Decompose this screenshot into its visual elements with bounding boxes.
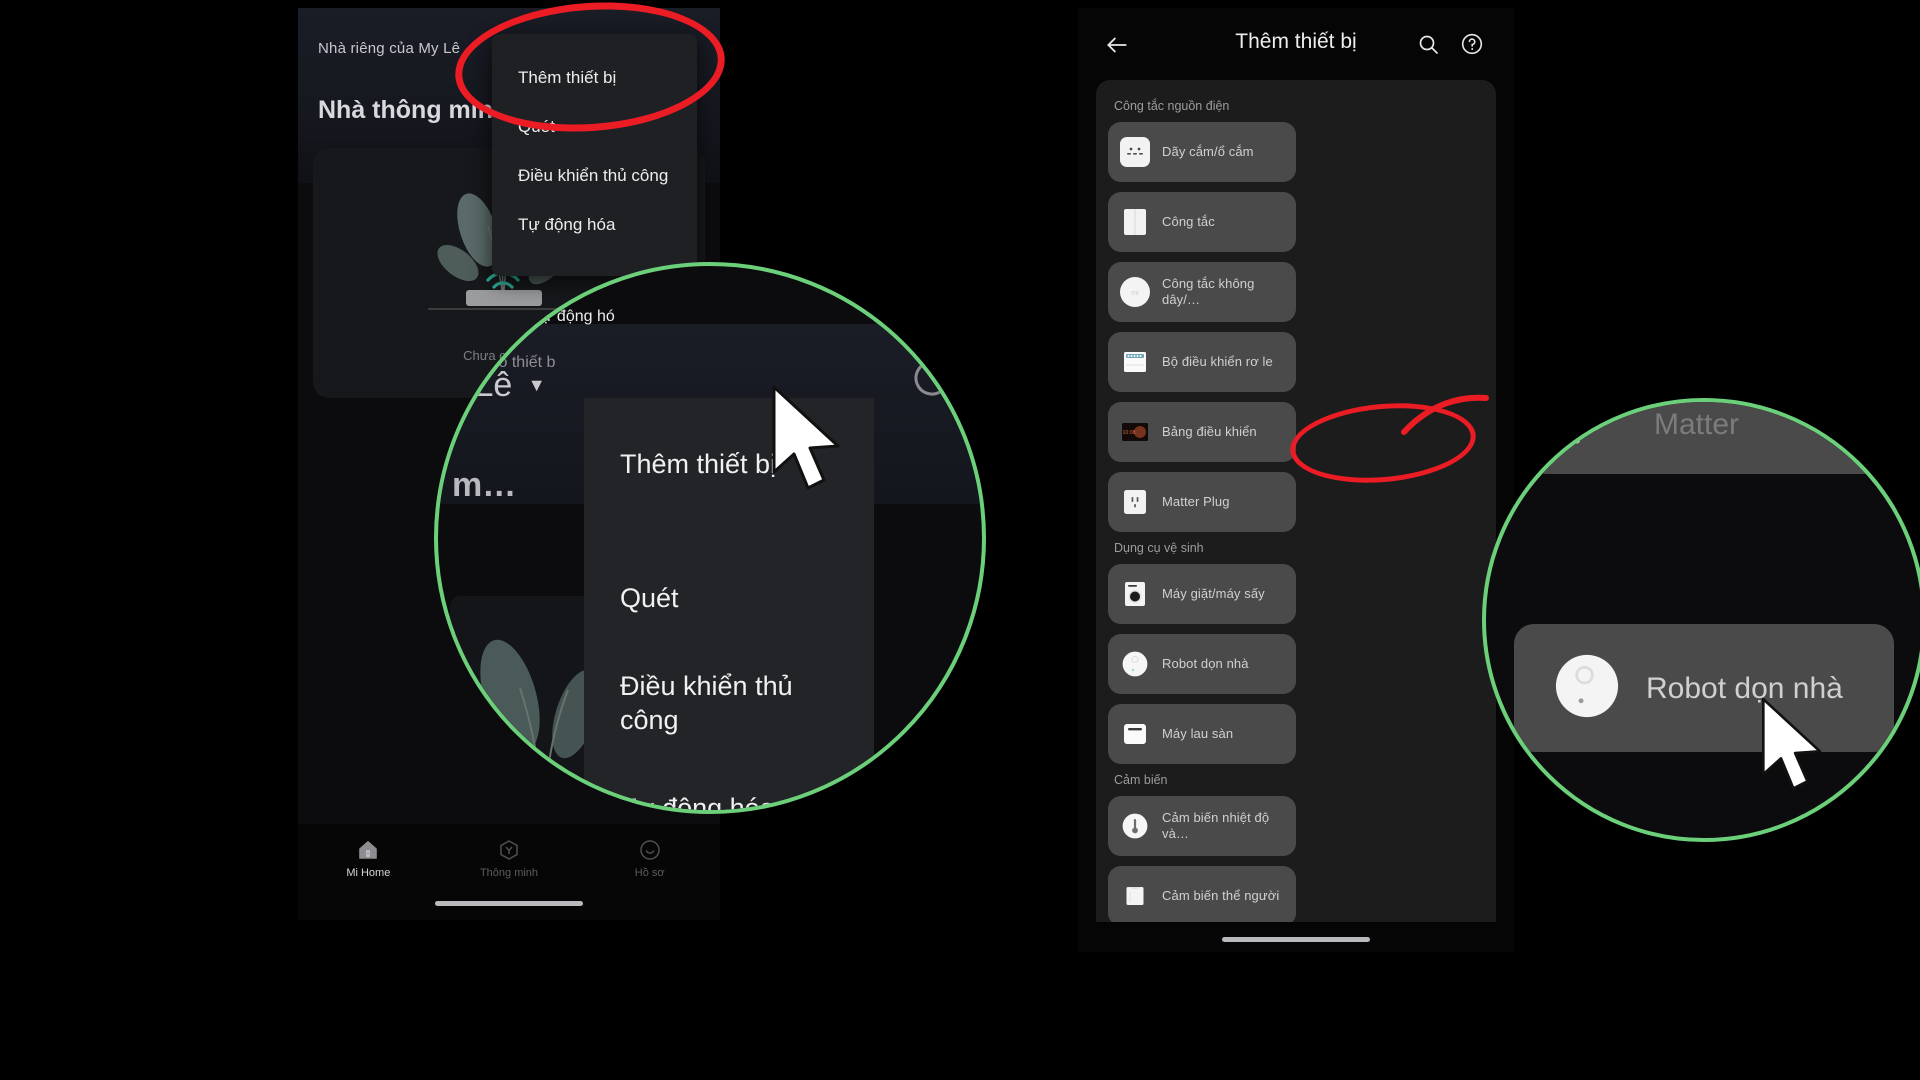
help-circle-icon[interactable] <box>1460 32 1484 56</box>
overflow-menu: Thêm thiết bị Quét Điều khiển thủ công T… <box>492 34 697 276</box>
home-indicator-bar <box>435 901 583 906</box>
tile-label-relay-controller: Bộ điều khiển rơ le <box>1162 353 1273 369</box>
nav-item-mi-home[interactable]: Mi Home <box>298 838 439 879</box>
right-phone-screen: Thêm thiết bị Công tắc nguồn điện Dãy cắ… <box>1078 8 1514 952</box>
home-icon <box>359 840 378 859</box>
tile-robot-vacuum[interactable]: Robot dọn nhà <box>1108 634 1296 694</box>
tile-temperature-sensor[interactable]: Cảm biến nhiệt độ và… <box>1108 796 1296 856</box>
mag1-overflow-menu: Thêm thiết bị Quét Điều khiển thủ công T… <box>584 398 874 810</box>
tile-wireless-switch[interactable]: mi Công tắc không dây/… <box>1108 262 1296 322</box>
control-panel-icon: 10:08 <box>1118 415 1152 449</box>
floor-mop-icon <box>1118 717 1152 751</box>
wireless-switch-icon: mi <box>1118 275 1152 309</box>
mag1-empty-partial: Chưa có thiết b <box>446 354 556 371</box>
mag1-menu-item-scan[interactable]: Quét <box>620 582 679 616</box>
tile-floor-mop[interactable]: Máy lau sàn <box>1108 704 1296 764</box>
mag1-refresh-icon <box>914 360 950 396</box>
tile-label-robot-vacuum: Robot dọn nhà <box>1162 655 1249 671</box>
nav-label-mi-home: Mi Home <box>346 867 391 879</box>
temperature-sensor-icon <box>1118 809 1152 843</box>
chevron-down-icon: ▼ <box>467 42 477 52</box>
relay-controller-icon <box>1118 345 1152 379</box>
page-title: Nhà thông minh <box>318 96 509 124</box>
matter-plug-icon <box>1118 485 1152 519</box>
svg-text:mi: mi <box>1131 290 1139 297</box>
mag2-tile-robot-vacuum[interactable]: Robot dọn nhà <box>1514 624 1894 752</box>
smiley-profile-icon <box>639 840 660 860</box>
tile-label-temperature-sensor: Cảm biến nhiệt độ và… <box>1162 809 1270 841</box>
screenshot-root: Nhà riêng của My Lê ▼ Nhà thông minh Thê… <box>0 0 1920 1080</box>
tile-label-control-panel: Bảng điều khiển <box>1162 423 1257 439</box>
tile-label-motion-sensor: Cảm biến thể người <box>1162 887 1280 903</box>
tile-relay-controller[interactable]: Bộ điều khiển rơ le <box>1108 332 1296 392</box>
bottom-navigation-bar: Mi Home Thông minh Hồ sơ <box>298 824 720 920</box>
robot-vacuum-icon <box>1118 647 1152 681</box>
home-selector-label: Nhà riêng của My Lê <box>318 40 461 57</box>
nav-item-profile[interactable]: Hồ sơ <box>579 838 720 879</box>
washing-machine-icon <box>1118 577 1152 611</box>
mag2-tile-label: Robot dọn nhà <box>1646 671 1843 705</box>
power-strip-icon <box>1118 135 1152 169</box>
app-bar: Thêm thiết bị <box>1078 8 1514 80</box>
bluetooth-icon <box>884 293 894 309</box>
menu-item-add-device[interactable]: Thêm thiết bị <box>492 54 697 103</box>
motion-sensor-icon <box>1118 879 1152 913</box>
home-indicator-bar-right <box>1222 937 1370 942</box>
tile-label-matter-plug: Matter Plug <box>1162 493 1230 509</box>
app-bar-title: Thêm thiết bị <box>1235 30 1357 53</box>
tile-label-wall-switch: Công tắc <box>1162 213 1215 229</box>
tile-matter-plug[interactable]: Matter Plug <box>1108 472 1296 532</box>
mag1-menu-item-add-device[interactable]: Thêm thiết bị <box>620 448 776 482</box>
section-grid-cleaning-tools: Máy giặt/máy sấy Robot dọn nhà Máy lau s… <box>1108 564 1484 764</box>
wall-switch-icon <box>1118 205 1152 239</box>
device-category-panel[interactable]: Công tắc nguồn điện Dãy cắm/ổ cắm Công t… <box>1096 80 1496 922</box>
hexagon-automation-icon <box>500 840 518 860</box>
section-title-power-switches: Công tắc nguồn điện <box>1114 99 1230 113</box>
mag1-page-title: m… <box>452 466 517 504</box>
magnifier-left-content: y Lê ▼ m… Tự động hó Chưa có thiết b Thê… <box>438 266 982 810</box>
menu-item-manual-control[interactable]: Điều khiển thủ công <box>492 152 697 201</box>
mag2-partial-label: Matter <box>1654 408 1740 441</box>
tile-label-wireless-switch: Công tắc không dây/… <box>1162 275 1255 307</box>
mag1-automation-partial: Tự động hó <box>532 308 615 325</box>
signal-bars-icon <box>907 292 936 313</box>
section-grid-sensors: Cảm biến nhiệt độ và… Cảm biến thể người <box>1108 796 1484 922</box>
section-title-cleaning-tools: Dụng cụ vệ sinh <box>1114 541 1204 555</box>
robot-vacuum-icon <box>1550 649 1624 728</box>
menu-item-scan[interactable]: Quét <box>492 103 697 152</box>
matter-plug-icon <box>1547 408 1581 444</box>
tile-label-floor-mop: Máy lau sàn <box>1162 725 1234 741</box>
search-icon[interactable] <box>1416 32 1440 56</box>
svg-text:10:08: 10:08 <box>1123 430 1136 436</box>
magnifier-left-menu: y Lê ▼ m… Tự động hó Chưa có thiết b Thê… <box>434 262 986 814</box>
tile-washer-dryer[interactable]: Máy giặt/máy sấy <box>1108 564 1296 624</box>
tile-motion-sensor[interactable]: Cảm biến thể người <box>1108 866 1296 922</box>
section-title-sensors: Cảm biến <box>1114 773 1168 787</box>
section-grid-power-switches: Dãy cắm/ổ cắm Công tắc mi Công tắc không… <box>1108 122 1484 532</box>
mag1-menu-item-manual-control[interactable]: Điều khiển thủ công <box>620 670 836 738</box>
tile-label-washer-dryer: Máy giặt/máy sấy <box>1162 585 1265 601</box>
nav-label-smart: Thông minh <box>479 867 539 879</box>
tile-wall-switch[interactable]: Công tắc <box>1108 192 1296 252</box>
magnifier-right-content: Matter Robot dọn nhà <box>1486 402 1920 838</box>
tile-power-strip[interactable]: Dãy cắm/ổ cắm <box>1108 122 1296 182</box>
menu-item-automation[interactable]: Tự động hóa <box>492 201 697 250</box>
nav-label-profile: Hồ sơ <box>634 867 665 879</box>
home-selector[interactable]: Nhà riêng của My Lê ▼ <box>318 40 477 57</box>
chevron-down-icon: ▼ <box>527 375 546 395</box>
magnifier-right-robot-tile: Matter Robot dọn nhà <box>1482 398 1920 842</box>
nav-item-smart[interactable]: Thông minh <box>439 838 580 879</box>
status-bar-icons <box>879 288 942 316</box>
tile-control-panel[interactable]: 10:08 Bảng điều khiển <box>1108 402 1296 462</box>
tile-label-power-strip: Dãy cắm/ổ cắm <box>1162 143 1254 159</box>
